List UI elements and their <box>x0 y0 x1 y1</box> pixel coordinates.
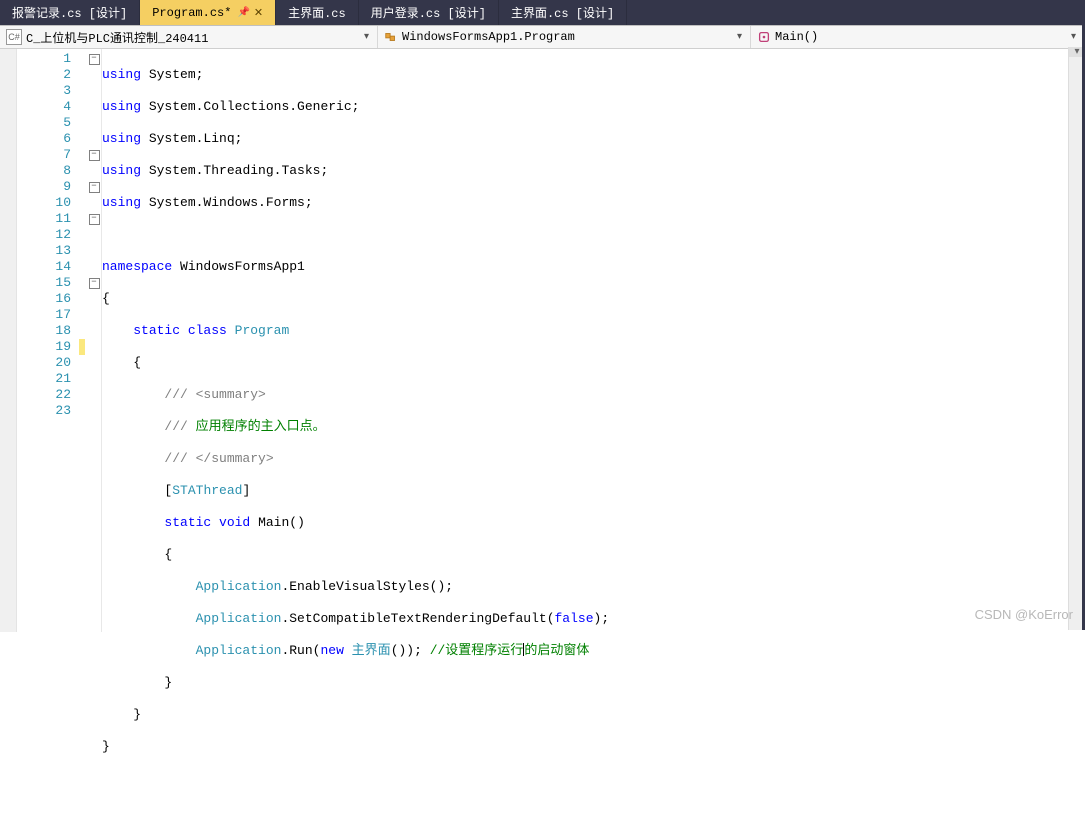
tab-label: 报警记录.cs [设计] <box>12 4 127 21</box>
line-number: 1 <box>17 51 71 67</box>
code-line: { <box>102 355 1085 371</box>
line-number: 6 <box>17 131 71 147</box>
code-line: static class Program <box>102 323 1085 339</box>
code-line: Application.EnableVisualStyles(); <box>102 579 1085 595</box>
line-number: 20 <box>17 355 71 371</box>
line-number: 17 <box>17 307 71 323</box>
fold-column: − − − − − <box>87 49 101 632</box>
tab-main-ui[interactable]: 主界面.cs <box>276 0 359 25</box>
glyph-margin <box>0 49 17 632</box>
change-markers <box>77 49 87 632</box>
line-number: 15 <box>17 275 71 291</box>
method-icon <box>757 30 771 44</box>
line-numbers: 1 2 3 4 5 6 7 8 9 10 11 12 13 14 15 16 1… <box>17 49 77 632</box>
code-area[interactable]: using System; using System.Collections.G… <box>101 49 1085 632</box>
code-line: [STAThread] <box>102 483 1085 499</box>
line-number: 5 <box>17 115 71 131</box>
text-caret <box>523 643 524 656</box>
class-icon <box>384 30 398 44</box>
line-number: 3 <box>17 83 71 99</box>
nav-method-label: Main() <box>775 30 818 44</box>
fold-toggle[interactable]: − <box>89 214 100 225</box>
chevron-down-icon: ▾ <box>1069 31 1078 43</box>
tab-label: 主界面.cs <box>288 4 346 21</box>
tab-program-cs[interactable]: Program.cs* 📌 ✕ <box>140 0 276 25</box>
code-line: Application.Run(new 主界面()); //设置程序运行的启动窗… <box>102 643 1085 659</box>
code-line <box>102 771 1085 787</box>
fold-toggle[interactable]: − <box>89 54 100 65</box>
code-line: namespace WindowsFormsApp1 <box>102 259 1085 275</box>
line-number: 16 <box>17 291 71 307</box>
tab-label: 用户登录.cs [设计] <box>371 4 486 21</box>
line-number: 14 <box>17 259 71 275</box>
close-icon[interactable]: ✕ <box>254 6 263 20</box>
line-number: 12 <box>17 227 71 243</box>
code-line: { <box>102 291 1085 307</box>
code-line: } <box>102 739 1085 755</box>
line-number: 11 <box>17 211 71 227</box>
code-line: using System.Windows.Forms; <box>102 195 1085 211</box>
line-number: 10 <box>17 195 71 211</box>
tab-main-ui-design[interactable]: 主界面.cs [设计] <box>499 0 627 25</box>
line-number: 8 <box>17 163 71 179</box>
document-tabs: 报警记录.cs [设计] Program.cs* 📌 ✕ 主界面.cs 用户登录… <box>0 0 1085 26</box>
nav-method-dropdown[interactable]: Main() ▾ <box>751 26 1085 48</box>
tab-user-login[interactable]: 用户登录.cs [设计] <box>359 0 499 25</box>
code-line: /// 应用程序的主入口点。 <box>102 419 1085 435</box>
code-line: using System; <box>102 67 1085 83</box>
code-line: using System.Linq; <box>102 131 1085 147</box>
fold-toggle[interactable]: − <box>89 150 100 161</box>
code-line: using System.Threading.Tasks; <box>102 163 1085 179</box>
line-number: 7 <box>17 147 71 163</box>
code-line: { <box>102 547 1085 563</box>
line-number: 13 <box>17 243 71 259</box>
line-number: 22 <box>17 387 71 403</box>
code-editor[interactable]: 1 2 3 4 5 6 7 8 9 10 11 12 13 14 15 16 1… <box>0 49 1085 632</box>
code-line: Application.SetCompatibleTextRenderingDe… <box>102 611 1085 627</box>
tab-label: 主界面.cs [设计] <box>511 4 614 21</box>
nav-class-label: WindowsFormsApp1.Program <box>402 30 575 44</box>
line-number: 19 <box>17 339 71 355</box>
modified-marker <box>79 339 85 355</box>
code-line: } <box>102 675 1085 691</box>
line-number: 2 <box>17 67 71 83</box>
nav-class-dropdown[interactable]: WindowsFormsApp1.Program ▾ <box>378 26 751 48</box>
line-number: 23 <box>17 403 71 419</box>
code-line: } <box>102 707 1085 723</box>
tab-label: Program.cs* <box>152 6 231 20</box>
csharp-project-icon: C# <box>6 29 22 45</box>
fold-toggle[interactable]: − <box>89 278 100 289</box>
tab-alarm-record[interactable]: 报警记录.cs [设计] <box>0 0 140 25</box>
watermark: CSDN @KoError <box>975 607 1073 622</box>
line-number: 4 <box>17 99 71 115</box>
code-line: static void Main() <box>102 515 1085 531</box>
code-line: /// </summary> <box>102 451 1085 467</box>
chevron-down-icon: ▾ <box>735 31 744 43</box>
nav-bar: C# C_上位机与PLC通讯控制_240411 ▾ WindowsFormsAp… <box>0 26 1085 49</box>
code-line: /// <summary> <box>102 387 1085 403</box>
line-number: 9 <box>17 179 71 195</box>
code-line: using System.Collections.Generic; <box>102 99 1085 115</box>
chevron-down-icon: ▾ <box>362 31 371 43</box>
pin-icon[interactable]: 📌 <box>237 7 249 19</box>
line-number: 21 <box>17 371 71 387</box>
nav-project-dropdown[interactable]: C# C_上位机与PLC通讯控制_240411 ▾ <box>0 26 378 48</box>
fold-toggle[interactable]: − <box>89 182 100 193</box>
line-number: 18 <box>17 323 71 339</box>
code-line <box>102 227 1085 243</box>
nav-project-label: C_上位机与PLC通讯控制_240411 <box>26 29 208 46</box>
